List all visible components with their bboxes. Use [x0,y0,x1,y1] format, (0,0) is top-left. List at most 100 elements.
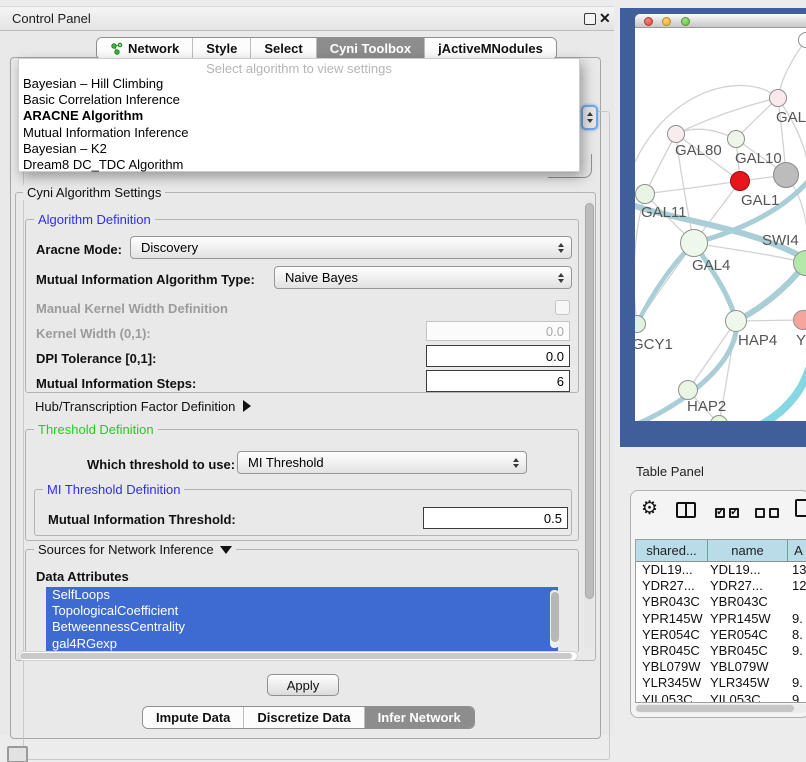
network-canvas[interactable]: GALGAL80GAL10GAL1GAL11GAL4SWI4GCY1HAP4YH… [635,28,806,421]
expanded-arrow-icon[interactable] [220,546,232,554]
data-attribute-item[interactable]: BetweennessCentrality [46,619,558,635]
tab-infer-network[interactable]: Infer Network [364,707,474,728]
table-row[interactable]: YBR045C YBR045C 9. [636,643,806,659]
table-horizontal-scrollbar[interactable] [635,704,806,713]
network-node[interactable] [773,162,799,188]
network-node-label: SWI4 [762,232,799,249]
tab-label: Infer Network [378,710,461,725]
table-row[interactable]: YDL19... YDL19... 13 [636,562,806,578]
tab-discretize-data[interactable]: Discretize Data [243,707,363,728]
network-node[interactable] [793,310,806,330]
mi-threshold-input[interactable] [423,507,568,529]
algorithm-option[interactable]: Mutual Information Inference [19,125,579,141]
data-attribute-item[interactable]: SelfLoops [46,587,558,603]
network-node[interactable] [635,184,655,204]
network-window-titlebar[interactable] [635,14,806,28]
collapsed-arrow-icon [243,400,251,412]
tab-style[interactable]: Style [192,38,250,59]
hub-definition-toggle[interactable]: Hub/Transcription Factor Definition [35,399,251,414]
mi-threshold-definition-group: MI Threshold Definition Mutual Informati… [34,489,572,536]
data-attribute-item[interactable]: TopologicalCoefficient [46,603,558,619]
float-panel-icon[interactable] [584,13,596,25]
table-row[interactable]: YLR345W YLR345W 9. [636,675,806,691]
network-view-frame: GALGAL80GAL10GAL1GAL11GAL4SWI4GCY1HAP4YH… [620,8,806,447]
table-row[interactable]: YIL053C YIL053C 9. [636,692,806,704]
cell-name: YBR043C [708,594,788,610]
tab-select[interactable]: Select [250,38,315,59]
dpi-tolerance-input[interactable] [426,345,570,367]
network-node[interactable] [725,310,747,332]
kernel-width-input[interactable] [426,321,570,341]
deselect-all-columns-icon[interactable] [755,506,783,521]
column-header-clipped[interactable]: A [788,540,806,561]
algorithm-option[interactable]: Bayesian – K2 [19,141,579,157]
sources-group-title: Sources for Network Inference [34,542,236,557]
combo-spinner-icon [513,458,519,468]
tab-impute-data[interactable]: Impute Data [143,707,243,728]
column-header-name[interactable]: name [708,540,788,561]
algorithm-option[interactable]: Bayesian – Hill Climbing [19,76,579,92]
network-node[interactable] [667,125,685,143]
network-node[interactable] [710,415,728,421]
combo-spinner-icon [558,273,564,283]
control-panel-tabs: Network Style Select Cyni Toolbox jActiv… [96,37,557,60]
control-panel: Control Panel ✕ Network Style [0,6,614,735]
network-tab-icon [110,42,123,55]
data-attribute-item[interactable]: gal4RGexp [46,636,558,652]
manual-kernel-checkbox[interactable] [555,300,570,315]
close-traffic-light-icon[interactable] [644,17,653,26]
dropdown-items: Bayesian – Hill ClimbingBasic Correlatio… [19,76,579,173]
right-pane: GALGAL80GAL10GAL1GAL11GAL4SWI4GCY1HAP4YH… [620,0,806,762]
mi-steps-input[interactable] [426,370,570,392]
export-table-icon[interactable] [795,499,806,517]
table-row[interactable]: YBL079W YBL079W [636,659,806,675]
cell-value: 12 [788,578,806,594]
table-row[interactable]: YER054C YER054C 8. [636,627,806,643]
tab-label: Select [264,41,302,56]
column-header-shared-name[interactable]: shared... [636,540,708,561]
cell-name: YPR145W [708,611,788,627]
network-node[interactable] [678,380,698,400]
dpi-tolerance-label: DPI Tolerance [0,1]: [36,351,156,366]
cell-shared-name: YBL079W [636,659,708,675]
table-row[interactable]: YPR145W YPR145W 9. [636,611,806,627]
algorithm-option[interactable]: Dream8 DC_TDC Algorithm [19,157,579,173]
settings-vertical-scrollbar[interactable] [584,199,594,649]
apply-button[interactable]: Apply [267,674,339,696]
aracne-mode-select[interactable]: Discovery [130,236,572,259]
tab-network[interactable]: Network [97,38,192,59]
gear-icon[interactable]: ⚙ [641,497,658,520]
settings-horizontal-scrollbar[interactable] [18,651,578,661]
mi-threshold-label: Mutual Information Threshold: [48,512,236,527]
column-layout-icon[interactable] [676,502,696,518]
select-all-columns-icon[interactable] [715,506,743,521]
network-node-label: GAL4 [692,257,730,274]
network-node[interactable] [793,250,806,276]
data-attributes-label: Data Attributes [36,569,129,584]
attributes-list-scrollbar[interactable] [550,590,559,648]
zoom-traffic-light-icon[interactable] [681,17,690,26]
table-row[interactable]: YDR27... YDR27... 12 [636,578,806,594]
mi-type-label: Mutual Information Algorithm Type: [36,272,255,287]
manual-kernel-label: Manual Kernel Width Definition [36,301,228,316]
network-node[interactable] [769,89,787,107]
minimize-traffic-light-icon[interactable] [662,17,671,26]
tab-cyni-toolbox[interactable]: Cyni Toolbox [316,38,424,59]
network-node[interactable] [798,32,806,48]
cell-name: YBR045C [708,643,788,659]
which-threshold-select[interactable]: MI Threshold [237,451,527,474]
mi-type-select[interactable]: Naive Bayes [274,266,572,289]
network-node[interactable] [730,171,750,191]
close-panel-icon[interactable]: ✕ [599,10,611,27]
network-node[interactable] [727,130,745,148]
network-node-label: GAL1 [741,192,779,209]
tab-label: Network [128,41,179,56]
algorithm-option[interactable]: Basic Correlation Inference [19,92,579,108]
table-row[interactable]: YBR043C YBR043C [636,594,806,610]
algorithm-option[interactable]: ARACNE Algorithm [19,108,579,124]
collapsed-panel-icon[interactable] [7,746,28,762]
tab-jactivemnodules[interactable]: jActiveMNodules [424,38,556,59]
network-node[interactable] [635,315,646,333]
network-node-label: GAL80 [675,142,722,159]
network-node[interactable] [680,229,708,257]
